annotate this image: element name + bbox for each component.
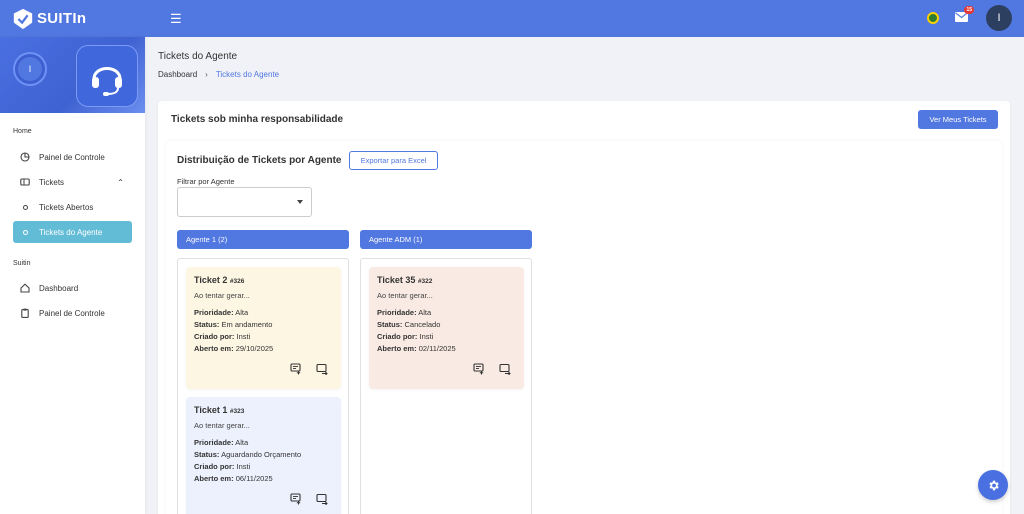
export-excel-button[interactable]: Exportar para Excel <box>349 151 438 170</box>
ticket-priority: Prioridade: Alta <box>194 438 249 447</box>
ticket-description: Ao tentar gerar... <box>194 291 250 300</box>
sidebar-avatar[interactable]: I <box>15 54 45 84</box>
sidebar-item-label: Tickets <box>39 177 65 187</box>
chevron-up-icon: ⌃ <box>117 177 124 187</box>
chart-pie-icon <box>20 152 30 162</box>
ticket-card[interactable]: Ticket 2 #326 Ao tentar gerar... Priorid… <box>186 267 341 389</box>
home-icon <box>20 283 30 293</box>
dot-icon <box>20 227 30 237</box>
brand-logo[interactable]: SUITIn <box>12 8 162 30</box>
clipboard-icon <box>21 308 29 318</box>
column-header-agente-1: Agente 1 (2) <box>177 230 349 249</box>
forward-ticket-icon[interactable] <box>316 363 328 375</box>
forward-ticket-icon[interactable] <box>316 493 328 505</box>
ticket-description: Ao tentar gerar... <box>194 421 250 430</box>
ticket-number: #323 <box>229 408 245 415</box>
agent-filter-select[interactable] <box>177 187 312 217</box>
sidebar-item-label: Tickets Abertos <box>39 202 94 212</box>
headset-icon <box>76 45 138 107</box>
ticket-opened: Aberto em: 29/10/2025 <box>194 344 274 353</box>
ticket-title: Ticket 35 #322 <box>377 275 433 285</box>
ticket-status: Status: Cancelado <box>377 320 441 329</box>
sidebar-section-suitin: Suitin <box>13 260 31 267</box>
caret-down-icon <box>297 200 303 204</box>
ticket-status: Status: Em andamento <box>194 320 273 329</box>
dot-icon <box>20 202 30 212</box>
comment-add-icon[interactable] <box>290 363 302 375</box>
sidebar-item-label: Dashboard <box>39 283 79 293</box>
breadcrumb: Dashboard › Tickets do Agente <box>158 70 279 79</box>
ver-meus-tickets-button[interactable]: Ver Meus Tickets <box>918 110 998 129</box>
ticket-status: Status: Aguardando Orçamento <box>194 450 302 459</box>
settings-button[interactable] <box>978 470 1008 500</box>
ticket-priority: Prioridade: Alta <box>194 308 249 317</box>
sidebar-item-tickets[interactable]: Tickets ⌃ <box>13 171 132 193</box>
ticket-icon <box>20 178 30 186</box>
ticket-card[interactable]: Ticket 35 #322 Ao tentar gerar... Priori… <box>369 267 524 389</box>
tickets-card: Tickets sob minha responsabilidade Ver M… <box>158 101 1010 514</box>
sidebar-item-tickets-abertos[interactable]: Tickets Abertos <box>13 196 132 218</box>
sidebar-item-label: Tickets do Agente <box>39 227 103 237</box>
sidebar-hero: I <box>0 37 145 113</box>
filter-label: Filtrar por Agente <box>177 177 235 186</box>
ticket-created-by: Criado por: Insti <box>377 332 434 341</box>
sidebar-section-home: Home <box>13 128 32 135</box>
ticket-title: Ticket 2 #326 <box>194 275 245 285</box>
sidebar-item-dashboard[interactable]: Dashboard <box>13 277 132 299</box>
notifications-button[interactable]: 15 <box>955 6 974 24</box>
sidebar-item-tickets-do-agente[interactable]: Tickets do Agente <box>13 221 132 243</box>
ticket-opened: Aberto em: 02/11/2025 <box>377 344 456 353</box>
ticket-description: Ao tentar gerar... <box>377 291 433 300</box>
ticket-card[interactable]: Ticket 1 #323 Ao tentar gerar... Priorid… <box>186 397 341 514</box>
sidebar-item-label: Painel de Controle <box>39 308 105 318</box>
sidebar-item-label: Painel de Controle <box>39 152 105 162</box>
breadcrumb-home[interactable]: Dashboard <box>158 70 197 79</box>
distribution-panel: Distribuição de Tickets por Agente Expor… <box>166 141 1002 514</box>
column-header-agente-adm: Agente ADM (1) <box>360 230 532 249</box>
ticket-priority: Prioridade: Alta <box>377 308 432 317</box>
ticket-created-by: Criado por: Insti <box>194 332 251 341</box>
mail-count-badge: 15 <box>964 6 974 14</box>
breadcrumb-current: Tickets do Agente <box>215 70 280 79</box>
top-bar: SUITIn ☰ 15 I <box>0 0 1024 37</box>
brand-name: SUITIn <box>37 10 87 27</box>
ticket-title: Ticket 1 #323 <box>194 405 245 415</box>
comment-add-icon[interactable] <box>473 363 485 375</box>
page-title: Tickets do Agente <box>158 51 238 62</box>
column-agente-adm: Ticket 35 #322 Ao tentar gerar... Priori… <box>360 258 532 514</box>
sidebar-item-painel-suitin[interactable]: Painel de Controle <box>13 302 132 324</box>
breadcrumb-separator: › <box>205 70 208 79</box>
menu-toggle-icon[interactable]: ☰ <box>170 11 182 27</box>
forward-ticket-icon[interactable] <box>499 363 511 375</box>
user-avatar[interactable]: I <box>986 5 1012 31</box>
ticket-number: #326 <box>229 278 245 285</box>
distribution-title: Distribuição de Tickets por Agente <box>177 155 342 166</box>
language-flag-icon[interactable] <box>927 12 939 24</box>
ticket-created-by: Criado por: Insti <box>194 462 251 471</box>
gear-icon <box>988 480 999 490</box>
brand-shield-icon <box>13 8 33 29</box>
card-title: Tickets sob minha responsabilidade <box>171 114 344 125</box>
ticket-number: #322 <box>417 278 433 285</box>
sidebar-item-painel[interactable]: Painel de Controle <box>13 146 132 168</box>
sidebar: I Home Painel de Controle Tickets ⌃ Tick… <box>0 37 145 514</box>
ticket-opened: Aberto em: 06/11/2025 <box>194 474 273 483</box>
comment-add-icon[interactable] <box>290 493 302 505</box>
column-agente-1: Ticket 2 #326 Ao tentar gerar... Priorid… <box>177 258 349 514</box>
